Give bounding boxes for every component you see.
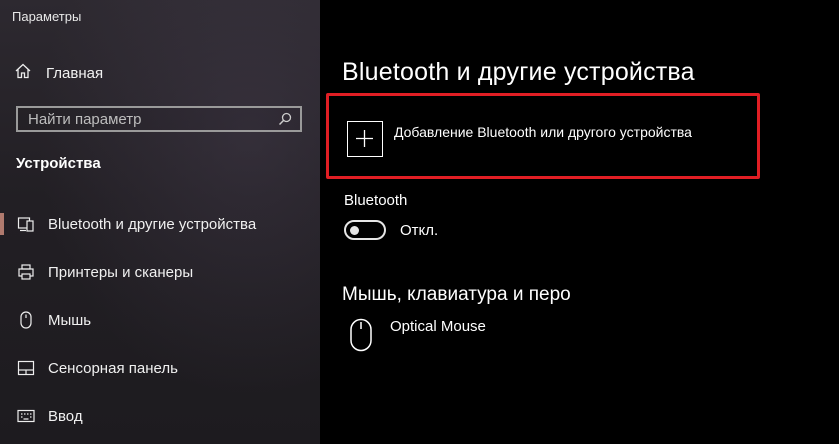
add-icon — [347, 121, 383, 157]
bluetooth-toggle[interactable] — [344, 220, 386, 240]
mouse-icon — [16, 310, 36, 330]
devices-section-title: Мышь, клавиатура и перо — [342, 284, 571, 305]
toggle-knob — [350, 226, 359, 235]
sidebar-item-label: Принтеры и сканеры — [48, 263, 194, 281]
sidebar-item-printers[interactable]: Принтеры и сканеры — [0, 257, 320, 287]
search-input[interactable] — [18, 110, 274, 128]
bluetooth-state-label: Откл. — [400, 222, 439, 239]
sidebar-item-mouse[interactable]: Мышь — [0, 305, 320, 335]
main-content: Bluetooth и другие устройства Добавление… — [320, 0, 839, 444]
home-icon — [14, 62, 32, 85]
device-name[interactable]: Optical Mouse — [390, 318, 486, 335]
sidebar-item-typing[interactable]: Ввод — [0, 401, 320, 431]
sidebar: Параметры Главная Устройства Bluetooth и… — [0, 0, 320, 444]
sidebar-item-label: Сенсорная панель — [48, 359, 178, 377]
sidebar-item-label: Ввод — [48, 407, 83, 425]
sidebar-item-bluetooth[interactable]: Bluetooth и другие устройства — [0, 209, 320, 239]
app-title: Параметры — [12, 9, 82, 24]
section-title: Устройства — [16, 155, 101, 172]
sidebar-item-touchpad[interactable]: Сенсорная панель — [0, 353, 320, 383]
mouse-icon — [348, 318, 374, 352]
bluetooth-devices-icon — [16, 214, 36, 234]
page-title: Bluetooth и другие устройства — [342, 58, 695, 86]
sidebar-item-label: Bluetooth и другие устройства — [48, 215, 257, 233]
search-box[interactable] — [16, 106, 302, 132]
sidebar-item-label: Мышь — [48, 311, 92, 329]
printer-icon — [16, 262, 36, 282]
add-device-button[interactable]: Добавление Bluetooth или другого устройс… — [326, 93, 760, 179]
add-device-label: Добавление Bluetooth или другого устройс… — [394, 124, 692, 140]
touchpad-icon — [16, 358, 36, 378]
bluetooth-label: Bluetooth — [344, 192, 408, 209]
nav-home[interactable]: Главная — [14, 60, 103, 86]
keyboard-icon — [16, 406, 36, 426]
search-icon[interactable] — [274, 108, 296, 130]
nav-home-label: Главная — [46, 64, 104, 82]
